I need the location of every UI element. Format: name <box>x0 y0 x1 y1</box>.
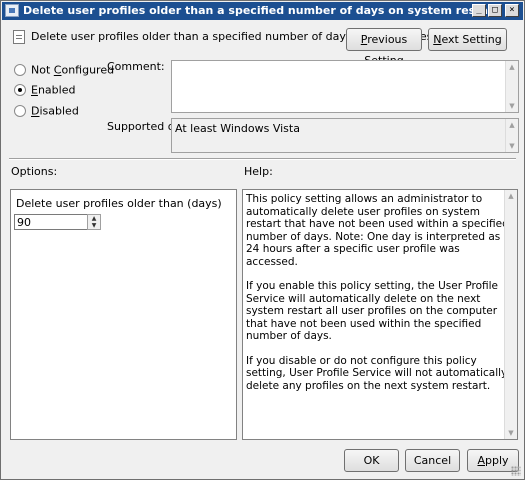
next-setting-button[interactable]: Next Setting <box>428 28 507 51</box>
scroll-up-arrow-icon[interactable]: ▲ <box>506 61 518 73</box>
help-paragraph: If you disable or do not configure this … <box>246 354 508 392</box>
apply-label: pply <box>485 454 509 467</box>
radio-enabled-circle[interactable] <box>14 84 26 96</box>
help-text: This policy setting allows an administra… <box>246 193 512 404</box>
radio-disabled[interactable]: Disabled <box>14 104 79 118</box>
radio-not-configured[interactable]: Not Configured <box>14 63 114 77</box>
resize-grip-icon[interactable] <box>511 466 521 476</box>
section-divider <box>9 158 516 160</box>
radio-disabled-circle[interactable] <box>14 105 26 117</box>
next-setting-label: ext Setting <box>441 33 502 46</box>
supported-on-field: At least Windows Vista ▲ ▼ <box>171 118 519 153</box>
minimize-button[interactable]: _ <box>472 4 486 17</box>
close-button[interactable]: × <box>505 4 519 17</box>
scroll-down-arrow-icon[interactable]: ▼ <box>505 427 517 439</box>
radio-enabled-label: Enabled <box>31 83 76 97</box>
help-panel: This policy setting allows an administra… <box>242 189 518 440</box>
previous-setting-button[interactable]: Previous Setting <box>346 28 422 67</box>
options-panel: Delete user profiles older than (days) ▲… <box>10 189 237 440</box>
supported-scrollbar[interactable]: ▲ ▼ <box>505 119 518 152</box>
scroll-down-arrow-icon[interactable]: ▼ <box>506 100 518 112</box>
days-field-label: Delete user profiles older than (days) <box>16 197 222 210</box>
maximize-button[interactable]: □ <box>488 4 502 17</box>
spin-down-icon[interactable]: ▼ <box>88 222 100 229</box>
comment-scrollbar[interactable]: ▲ ▼ <box>505 61 518 112</box>
help-scrollbar[interactable]: ▲ ▼ <box>504 190 517 439</box>
radio-not-configured-circle[interactable] <box>14 64 26 76</box>
policy-dialog-window: Delete user profiles older than a specif… <box>0 0 525 480</box>
radio-enabled[interactable]: Enabled <box>14 83 75 97</box>
spin-up-icon[interactable]: ▲ <box>88 215 100 222</box>
window-title: Delete user profiles older than a specif… <box>23 4 499 17</box>
cancel-button[interactable]: Cancel <box>405 449 460 472</box>
help-paragraph: This policy setting allows an administra… <box>246 193 509 268</box>
scroll-up-arrow-icon[interactable]: ▲ <box>505 190 517 202</box>
ok-button[interactable]: OK <box>344 449 399 472</box>
policy-setting-icon <box>13 30 25 44</box>
comment-textarea[interactable]: ▲ ▼ <box>171 60 519 113</box>
radio-disabled-label: Disabled <box>31 104 79 118</box>
title-bar[interactable]: Delete user profiles older than a specif… <box>2 2 523 20</box>
supported-on-value: At least Windows Vista <box>175 122 300 135</box>
options-label: Options: <box>11 165 58 178</box>
radio-not-configured-label: Not Configured <box>31 63 115 77</box>
scroll-down-arrow-icon[interactable]: ▼ <box>506 140 518 152</box>
comment-label: Comment: <box>107 60 165 73</box>
help-paragraph: If you enable this policy setting, the U… <box>246 280 498 342</box>
policy-window-icon <box>5 4 19 17</box>
scroll-up-arrow-icon[interactable]: ▲ <box>506 119 518 131</box>
apply-accel: A <box>477 454 485 467</box>
help-label: Help: <box>244 165 273 178</box>
days-spinner[interactable]: ▲ ▼ <box>87 214 101 230</box>
